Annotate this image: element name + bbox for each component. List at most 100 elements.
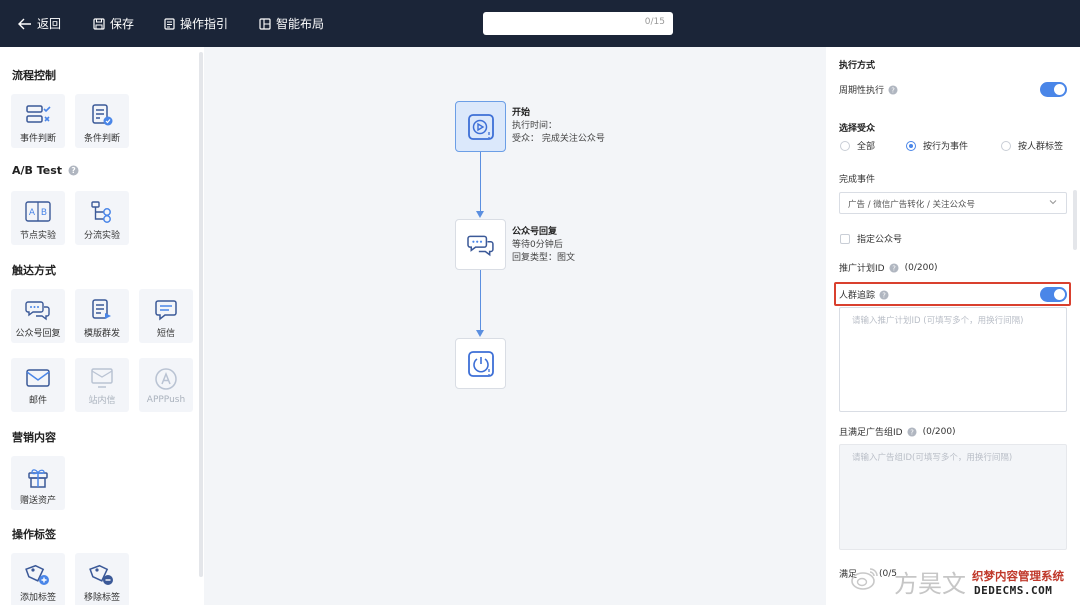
radio-dot-selected (906, 140, 916, 151)
smart-layout-button[interactable]: 智能布局 (259, 0, 324, 47)
specify-account-checkbox[interactable]: 指定公众号 (840, 232, 902, 245)
play-icon (467, 113, 494, 140)
svg-text:?: ? (910, 428, 914, 436)
node-start-info: 开始 执行时间： 受众： 完成关注公众号 (512, 107, 605, 146)
radio-label: 全部 (857, 142, 876, 152)
node-reply-wait: 等待0分钟后 (512, 240, 563, 250)
back-label: 返回 (37, 17, 62, 31)
adgroup-id-label: 且满足广告组ID ? (0/200) (839, 425, 956, 439)
tool-add-tag[interactable]: 添加标签 (11, 553, 65, 605)
guide-button[interactable]: 操作指引 (164, 0, 228, 47)
radio-label: 按人群标签 (1018, 142, 1064, 152)
chevron-down-icon (1049, 200, 1057, 205)
node-reply-title: 公众号回复 (512, 227, 558, 237)
tool-label: 公众号回复 (15, 329, 61, 339)
tool-label: 事件判断 (19, 134, 56, 144)
section-title-ab-test: A/B Test ? (12, 164, 79, 177)
svg-text:A: A (29, 208, 36, 218)
tag-add-icon (25, 564, 49, 585)
watermark-cms-text: 织梦内容管理系统 (972, 569, 1064, 583)
weibo-logo-icon (851, 568, 878, 590)
flow-title-input[interactable]: 0/15 (483, 12, 673, 35)
flow-node-account-reply[interactable] (455, 219, 506, 270)
checkbox-box (840, 233, 850, 244)
help-icon[interactable]: ? (888, 84, 898, 95)
help-icon[interactable]: ? (68, 165, 79, 176)
tool-sms[interactable]: 短信 (139, 289, 193, 343)
tool-label: 节点实验 (19, 231, 56, 241)
tool-label: 模版群发 (83, 329, 120, 339)
save-icon (93, 17, 105, 30)
flow-node-end[interactable] (455, 338, 506, 389)
audience-option-event[interactable]: 按行为事件 (906, 139, 968, 152)
tool-split-flow[interactable]: 分流实验 (75, 191, 129, 245)
tool-template-broadcast[interactable]: 模版群发 (75, 289, 129, 343)
section-title-tag-operation: 操作标签 (12, 528, 56, 541)
adgroup-id-textarea: 请输入广告组ID(可填写多个，用换行间隔) (839, 444, 1067, 550)
svg-text:B: B (41, 208, 47, 218)
tool-remove-tag[interactable]: 移除标签 (75, 553, 129, 605)
template-broadcast-icon (92, 299, 111, 319)
tool-account-reply[interactable]: 公众号回复 (11, 289, 65, 343)
watermark-faint-text: 方昊文 (894, 570, 966, 598)
event-select[interactable]: 广告 / 微信广告转化 / 关注公众号 (839, 192, 1067, 214)
help-icon[interactable]: ? (889, 262, 899, 273)
plan-id-text: 推广计划ID (839, 264, 885, 274)
event-judge-icon (26, 105, 51, 123)
layout-icon (259, 17, 271, 30)
radio-label: 按行为事件 (923, 142, 969, 152)
watermark: 方昊文 织梦内容管理系统 DEDECMS.COM (850, 562, 1080, 605)
back-button[interactable]: 返回 (18, 0, 61, 47)
tool-gift-asset[interactable]: 赠送资产 (11, 456, 65, 510)
periodic-exec-text: 周期性执行 (839, 86, 885, 96)
sms-icon (155, 300, 177, 321)
audience-option-tag[interactable]: 按人群标签 (1001, 139, 1063, 152)
tool-label: 赠送资产 (19, 496, 56, 506)
connector-arrow (476, 211, 484, 218)
tool-label: 邮件 (28, 396, 47, 406)
node-reply-info: 公众号回复 等待0分钟后 回复类型：图文 (512, 226, 575, 265)
event-select-value: 广告 / 微信广告转化 / 关注公众号 (848, 200, 976, 210)
help-icon[interactable]: ? (907, 426, 917, 437)
tool-node-experiment[interactable]: AB 节点实验 (11, 191, 65, 245)
plan-id-label: 推广计划ID ? (0/200) (839, 261, 938, 275)
complete-event-title: 完成事件 (839, 175, 876, 185)
connector-line (480, 270, 481, 330)
panel-scrollbar[interactable] (1073, 190, 1077, 250)
help-icon[interactable]: ? (879, 289, 889, 300)
watermark-site-text: DEDECMS.COM (974, 584, 1053, 597)
tool-label: 添加标签 (19, 593, 56, 603)
node-start-title: 开始 (512, 108, 531, 118)
crowd-tracking-label: 人群追踪 ? (839, 288, 889, 301)
audience-option-all[interactable]: 全部 (840, 139, 875, 152)
palette-scrollbar[interactable] (199, 52, 203, 577)
plan-id-textarea[interactable]: 请输入推广计划ID (可填写多个，用换行间隔) (839, 307, 1067, 412)
tool-label: 站内信 (88, 396, 116, 406)
app-push-icon (155, 368, 177, 390)
tool-event-judge[interactable]: 事件判断 (11, 94, 65, 148)
periodic-exec-toggle[interactable] (1040, 82, 1067, 97)
save-label: 保存 (110, 17, 135, 31)
crowd-tracking-toggle[interactable] (1040, 287, 1067, 302)
title-counter: 0/15 (644, 17, 665, 27)
section-title-marketing-content: 营销内容 (12, 431, 56, 444)
gift-icon (28, 469, 48, 488)
inbox-icon (91, 368, 113, 388)
tool-condition-judge[interactable]: 条件判断 (75, 94, 129, 148)
tool-mail[interactable]: 邮件 (11, 358, 65, 412)
plan-id-count: (0/200) (904, 262, 938, 273)
smart-layout-label: 智能布局 (276, 17, 325, 31)
tag-remove-icon (89, 564, 113, 585)
power-icon (467, 350, 494, 377)
connector-arrow (476, 330, 484, 337)
split-flow-icon (91, 201, 111, 223)
periodic-exec-label: 周期性执行 ? (839, 83, 898, 96)
save-button[interactable]: 保存 (93, 0, 134, 47)
flow-node-start[interactable] (455, 101, 506, 152)
condition-judge-icon (92, 104, 113, 126)
node-start-audience: 受众： 完成关注公众号 (512, 134, 605, 144)
adgroup-id-text: 且满足广告组ID (839, 428, 903, 438)
document-icon (164, 17, 175, 30)
node-start-time: 执行时间： (512, 121, 558, 131)
chat-bubbles-icon (25, 301, 50, 321)
